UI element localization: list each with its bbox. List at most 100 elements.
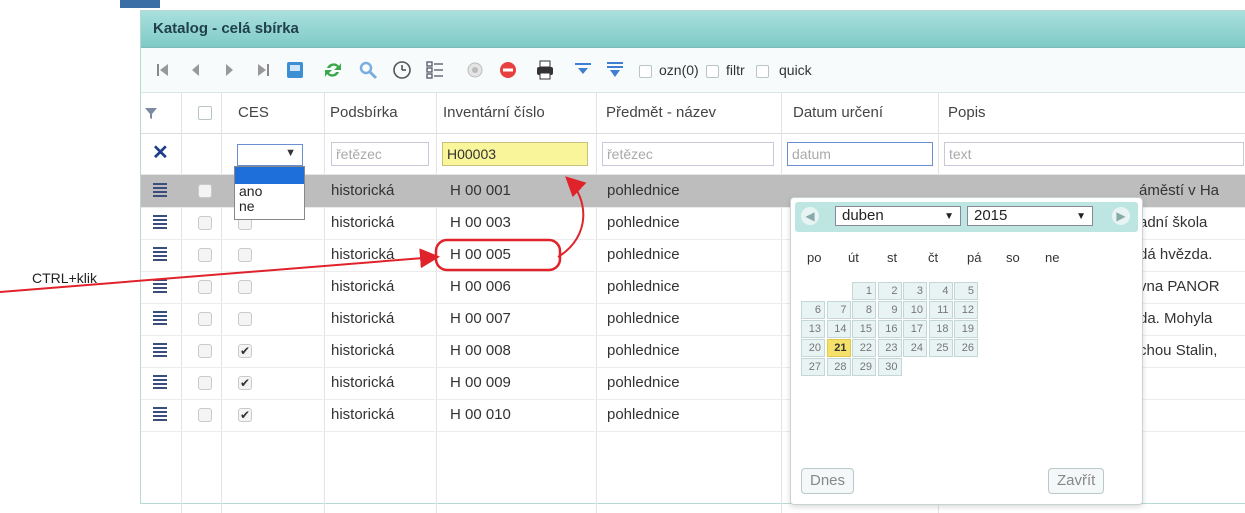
day-cell[interactable]: 26 — [954, 339, 978, 357]
day-cell[interactable]: 10 — [903, 301, 927, 319]
day-cell[interactable]: 5 — [954, 282, 978, 300]
row-detail-icon[interactable] — [153, 215, 167, 231]
row-select-checkbox[interactable] — [198, 184, 212, 198]
ces-option-ano[interactable]: ano — [235, 184, 304, 199]
row-select-checkbox[interactable] — [198, 344, 212, 358]
day-cell[interactable]: 29 — [852, 358, 876, 376]
cell-inventarni-cislo[interactable]: H 00 008 — [450, 342, 511, 359]
datum-filter-input[interactable] — [787, 142, 933, 166]
day-cell[interactable]: 15 — [852, 320, 876, 338]
refresh-icon[interactable] — [321, 58, 345, 82]
day-cell[interactable]: 18 — [928, 320, 953, 338]
row-ces-checkbox[interactable] — [238, 312, 252, 326]
today-button[interactable]: Dnes — [801, 468, 855, 494]
day-cell-today[interactable]: 21 — [826, 339, 851, 357]
row-detail-icon[interactable] — [153, 279, 167, 295]
podsbirka-filter-input[interactable] — [331, 142, 429, 166]
popis-filter-input[interactable] — [944, 142, 1244, 166]
day-cell[interactable]: 8 — [852, 301, 876, 319]
inventarni-cislo-filter-input[interactable] — [442, 142, 588, 166]
row-detail-icon[interactable] — [153, 407, 167, 423]
cell-inventarni-cislo[interactable]: H 00 010 — [450, 406, 511, 423]
clear-filter-icon[interactable]: ✕ — [152, 140, 169, 165]
day-cell[interactable]: 1 — [852, 282, 876, 300]
column-header-datum-urceni[interactable]: Datum určení — [793, 104, 883, 121]
column-header-ces[interactable]: CES — [238, 104, 269, 121]
column-header-predmet-nazev[interactable]: Předmět - název — [606, 104, 716, 121]
day-cell[interactable]: 9 — [877, 301, 902, 319]
columns-icon[interactable] — [423, 58, 447, 82]
row-ces-checkbox[interactable]: ✔ — [238, 344, 252, 358]
column-header-podsbirka[interactable]: Podsbírka — [330, 104, 398, 121]
quick-checkbox[interactable] — [756, 65, 769, 78]
last-icon[interactable] — [251, 58, 275, 82]
day-cell[interactable]: 2 — [877, 282, 902, 300]
day-cell[interactable]: 17 — [903, 320, 927, 338]
day-cell[interactable]: 12 — [954, 301, 978, 319]
cell-inventarni-cislo[interactable]: H 00 005 — [450, 246, 511, 263]
next-month-icon[interactable]: ▶ — [1112, 207, 1130, 225]
ces-option-empty[interactable] — [235, 167, 304, 184]
predmet-filter-input[interactable] — [602, 142, 774, 166]
ces-filter-select[interactable]: ▼ — [237, 144, 303, 166]
print-icon[interactable] — [533, 58, 557, 82]
close-button[interactable]: Zavřít — [1048, 468, 1105, 494]
day-cell[interactable]: 20 — [801, 339, 825, 357]
delete-icon[interactable] — [496, 58, 520, 82]
day-cell[interactable]: 14 — [826, 320, 851, 338]
prev-icon[interactable] — [184, 58, 208, 82]
column-header-popis[interactable]: Popis — [948, 104, 986, 121]
day-cell[interactable]: 16 — [877, 320, 902, 338]
row-select-checkbox[interactable] — [198, 312, 212, 326]
row-select-checkbox[interactable] — [198, 216, 212, 230]
day-cell[interactable]: 3 — [903, 282, 927, 300]
day-cell[interactable]: 25 — [928, 339, 953, 357]
filter-clear-icon[interactable] — [603, 58, 627, 82]
prev-month-icon[interactable]: ◀ — [801, 207, 819, 225]
select-all-checkbox[interactable] — [198, 106, 212, 120]
day-cell[interactable]: 19 — [954, 320, 978, 338]
export-icon[interactable] — [283, 58, 307, 82]
day-cell[interactable]: 22 — [852, 339, 876, 357]
cell-inventarni-cislo[interactable]: H 00 009 — [450, 374, 511, 391]
day-cell[interactable]: 23 — [877, 339, 902, 357]
row-detail-icon[interactable] — [153, 343, 167, 359]
row-select-checkbox[interactable] — [198, 280, 212, 294]
filter-down-icon[interactable] — [571, 58, 595, 82]
cell-inventarni-cislo[interactable]: H 00 007 — [450, 310, 511, 327]
row-detail-icon[interactable] — [153, 311, 167, 327]
year-select[interactable]: 2015 ▼ — [967, 206, 1093, 226]
cell-inventarni-cislo[interactable]: H 00 006 — [450, 278, 511, 295]
row-detail-icon[interactable] — [153, 375, 167, 391]
clock-icon[interactable] — [390, 58, 414, 82]
cell-inventarni-cislo[interactable]: H 00 001 — [450, 182, 511, 199]
day-cell[interactable]: 24 — [903, 339, 927, 357]
search-icon[interactable] — [356, 58, 380, 82]
day-cell[interactable]: 4 — [928, 282, 953, 300]
row-select-checkbox[interactable] — [198, 408, 212, 422]
row-select-checkbox[interactable] — [198, 376, 212, 390]
row-ces-checkbox[interactable]: ✔ — [238, 408, 252, 422]
row-detail-icon[interactable] — [153, 183, 167, 199]
filter-funnel-icon[interactable] — [139, 101, 163, 125]
column-header-inventarni-cislo[interactable]: Inventární číslo — [443, 104, 545, 121]
row-detail-icon[interactable] — [153, 247, 167, 263]
row-select-checkbox[interactable] — [198, 248, 212, 262]
row-ces-checkbox[interactable] — [238, 248, 252, 262]
first-icon[interactable] — [151, 58, 175, 82]
ozn-checkbox[interactable] — [639, 65, 652, 78]
day-cell[interactable]: 11 — [928, 301, 953, 319]
next-icon[interactable] — [217, 58, 241, 82]
day-cell[interactable]: 6 — [801, 301, 825, 319]
day-cell[interactable]: 27 — [801, 358, 825, 376]
month-select[interactable]: duben ▼ — [835, 206, 961, 226]
day-cell[interactable]: 13 — [801, 320, 825, 338]
cell-inventarni-cislo[interactable]: H 00 003 — [450, 214, 511, 231]
circle-icon[interactable] — [463, 58, 487, 82]
row-ces-checkbox[interactable]: ✔ — [238, 376, 252, 390]
day-cell[interactable]: 28 — [826, 358, 851, 376]
day-cell[interactable]: 30 — [877, 358, 902, 376]
row-ces-checkbox[interactable] — [238, 280, 252, 294]
day-cell[interactable]: 7 — [826, 301, 851, 319]
ces-option-ne[interactable]: ne — [235, 199, 304, 214]
